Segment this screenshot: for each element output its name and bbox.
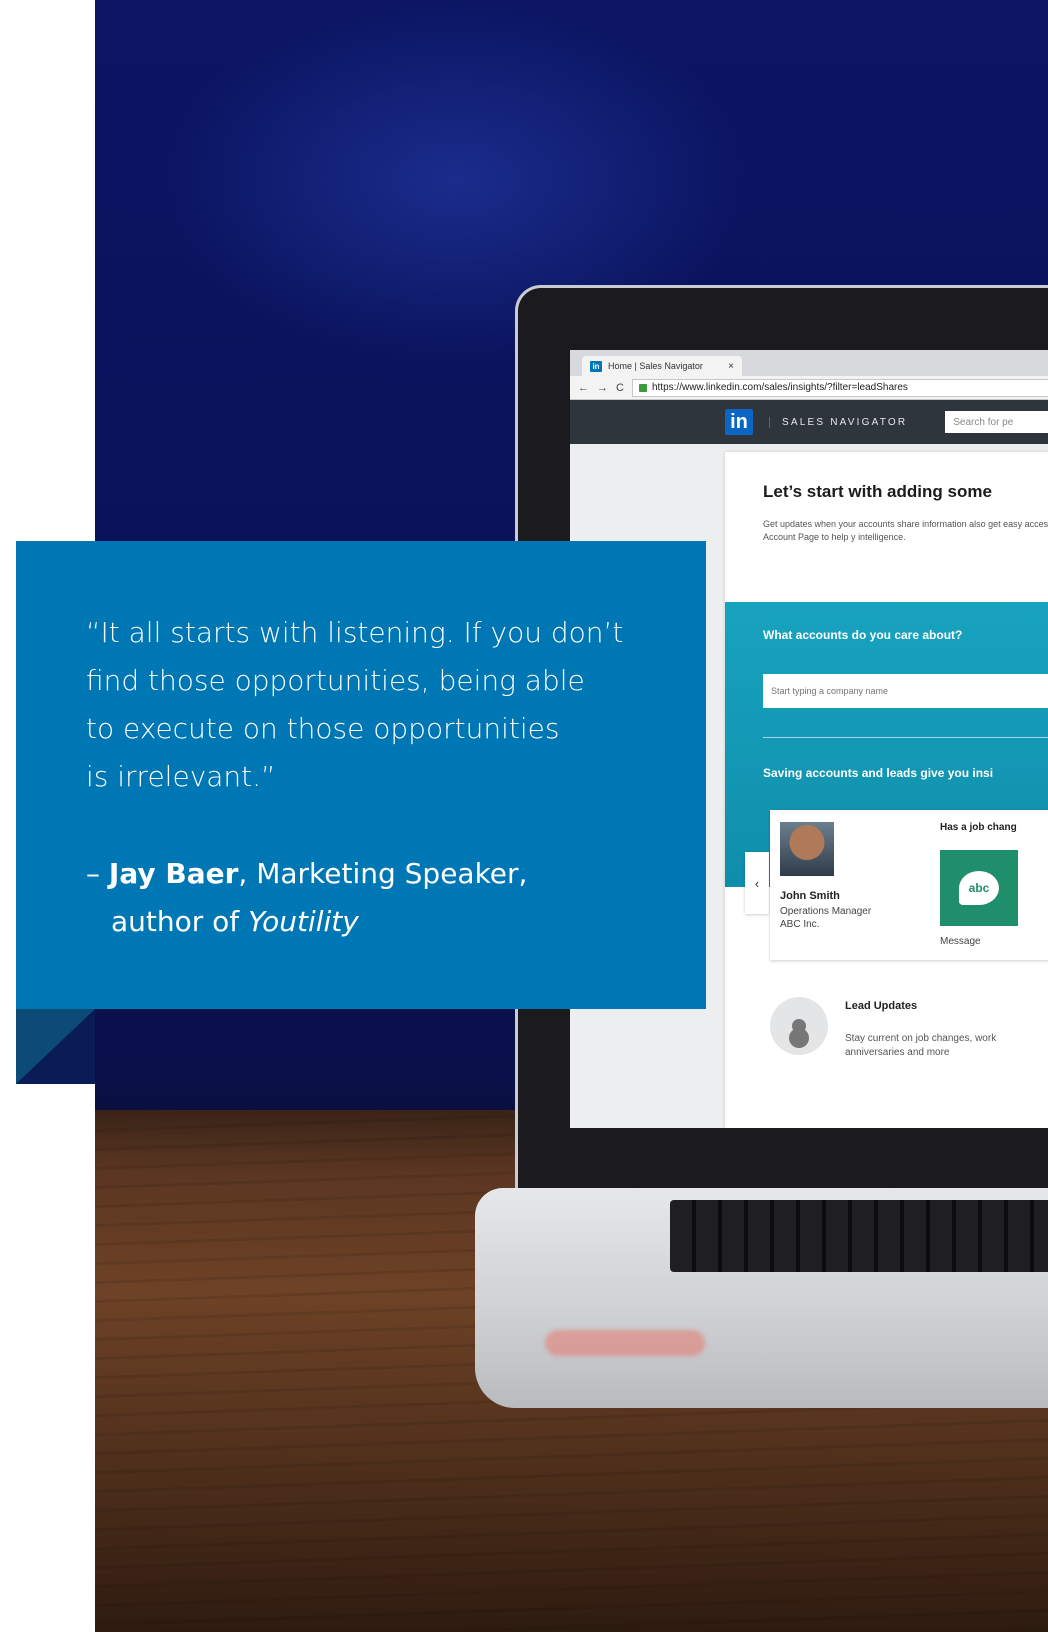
attribution-line-2: author of Youtility: [86, 898, 527, 946]
reload-icon[interactable]: C: [616, 382, 624, 394]
app-search-input[interactable]: Search for pe: [945, 411, 1048, 433]
laptop-keyboard: [670, 1200, 1048, 1272]
linkedin-favicon-icon: in: [590, 360, 602, 372]
accounts-panel: What accounts do you care about? Saving …: [725, 602, 1048, 960]
message-link[interactable]: Message: [940, 936, 981, 947]
laptop-sticker: [545, 1330, 705, 1356]
panel-divider: [763, 737, 1048, 738]
quote-text: “It all starts with listening. If you do…: [86, 609, 686, 801]
quote-line: “It all starts with listening. If you do…: [86, 616, 624, 649]
lock-icon: [638, 383, 647, 392]
lead-company: ABC Inc.: [780, 919, 820, 930]
lead-updates-title: Lead Updates: [845, 1000, 918, 1012]
tab-close-icon[interactable]: ×: [728, 361, 734, 372]
lead-updates-desc: Stay current on job changes, work annive…: [845, 1033, 997, 1058]
attribution-dash: –: [86, 857, 109, 890]
job-change-label: Has a job chang: [940, 822, 1017, 833]
company-logo: abc: [940, 850, 1018, 926]
quote-attribution: – Jay Baer, Marketing Speaker, author of…: [86, 850, 527, 946]
quote-line: find those opportunities, being able: [86, 664, 585, 697]
browser-tab[interactable]: in Home | Sales Navigator ×: [582, 356, 742, 376]
onboarding-card: Let’s start with adding some Get updates…: [725, 452, 1048, 1128]
onboarding-subtext: Get updates when your accounts share inf…: [763, 519, 1048, 542]
brand-name: SALES NAVIGATOR: [769, 416, 907, 428]
lead-details: Operations Manager ABC Inc.: [780, 905, 871, 931]
quote-line: to execute on those opportunities: [86, 712, 560, 745]
lead-name: John Smith: [780, 890, 840, 902]
lead-title: Operations Manager: [780, 906, 872, 917]
forward-arrow-icon[interactable]: →: [597, 382, 608, 394]
onboarding-heading: Let’s start with adding some: [763, 482, 992, 501]
saving-text: Saving accounts and leads give you insi: [763, 766, 994, 780]
quote-fold: [16, 1009, 95, 1084]
author-role: , Marketing Speaker,: [238, 857, 528, 890]
speech-bubble-icon: abc: [959, 871, 999, 905]
back-arrow-icon[interactable]: ←: [578, 382, 589, 394]
chevron-left-icon[interactable]: ‹: [745, 852, 769, 914]
person-icon: [770, 997, 828, 1055]
attribution-line-1: – Jay Baer, Marketing Speaker,: [86, 850, 527, 898]
book-title: Youtility: [248, 905, 359, 938]
lead-card[interactable]: John Smith Operations Manager ABC Inc. H…: [770, 810, 1048, 960]
company-search-input[interactable]: [763, 674, 1048, 708]
avatar: [780, 822, 834, 876]
quote-line: is irrelevant.”: [86, 760, 276, 793]
tab-title: Home | Sales Navigator: [608, 361, 703, 371]
browser-toolbar: ← → C https://www.linkedin.com/sales/ins…: [570, 376, 1048, 400]
app-nav: in SALES NAVIGATOR Search for pe: [570, 400, 1048, 444]
address-bar[interactable]: https://www.linkedin.com/sales/insights/…: [631, 378, 1048, 397]
author-prefix: author of: [111, 905, 249, 938]
author-name: Jay Baer: [108, 857, 239, 890]
accounts-question: What accounts do you care about?: [763, 628, 963, 642]
linkedin-logo[interactable]: in: [725, 409, 753, 435]
url-text: https://www.linkedin.com/sales/insights/…: [651, 382, 908, 393]
browser-tab-strip: in Home | Sales Navigator ×: [570, 350, 1048, 376]
